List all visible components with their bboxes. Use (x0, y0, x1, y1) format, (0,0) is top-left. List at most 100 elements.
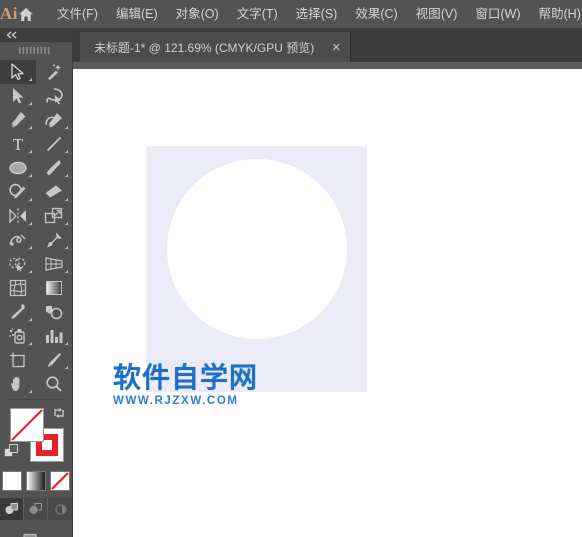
free-transform-tool[interactable] (36, 228, 72, 252)
flyout-indicator (29, 198, 32, 201)
direct-selection-tool[interactable] (0, 84, 36, 108)
flyout-indicator (29, 78, 32, 81)
flyout-indicator (65, 342, 68, 345)
flyout-indicator (65, 366, 68, 369)
watermark-cn-text: 软件自学网 (113, 362, 259, 393)
line-segment-tool[interactable] (36, 132, 72, 156)
document-tab-bar: 未标题-1* @ 121.69% (CMYK/GPU 预览) ✕ (73, 28, 582, 62)
watermark-url-text: WWW.RJZXW.COM (113, 395, 239, 407)
flyout-indicator (29, 342, 32, 345)
menu-edit[interactable]: 编辑(E) (107, 0, 167, 28)
tool-row (0, 84, 72, 108)
ellipse-tool[interactable] (0, 156, 36, 180)
magic-wand-tool[interactable] (36, 60, 72, 84)
flyout-indicator (65, 126, 68, 129)
document-tab-title: 未标题-1* @ 121.69% (CMYK/GPU 预览) (94, 40, 315, 55)
draw-mode-buttons (0, 496, 72, 522)
flyout-indicator (29, 174, 32, 177)
draw-normal-button[interactable] (0, 498, 24, 520)
panel-grip-icon[interactable] (0, 42, 72, 58)
width-tool[interactable] (0, 228, 36, 252)
menu-file[interactable]: 文件(F) (48, 0, 107, 28)
artboard-tool[interactable] (0, 348, 36, 372)
tool-row (0, 180, 72, 204)
tool-row (0, 324, 72, 348)
color-button[interactable] (2, 471, 22, 491)
flyout-indicator (29, 102, 32, 105)
close-icon[interactable]: ✕ (328, 39, 344, 55)
menu-bar: Ai 文件(F) 编辑(E) 对象(O) 文字(T) 选择(S) 效果(C) 视… (0, 0, 582, 28)
tool-divider (6, 399, 66, 400)
screen-mode-button[interactable] (0, 526, 72, 537)
tab-bar-underline (73, 62, 582, 69)
tool-grid: T (0, 58, 72, 537)
double-chevron-left-icon[interactable] (0, 28, 72, 42)
paintbrush-tool[interactable] (36, 156, 72, 180)
menu-type[interactable]: 文字(T) (228, 0, 287, 28)
flyout-indicator (65, 174, 68, 177)
eraser-tool[interactable] (36, 180, 72, 204)
flyout-indicator (65, 150, 68, 153)
menu-effect[interactable]: 效果(C) (346, 0, 406, 28)
watermark: 软件自学网 WWW.RJZXW.COM (113, 363, 258, 408)
eyedropper-tool[interactable] (0, 300, 36, 324)
menu-object[interactable]: 对象(O) (167, 0, 228, 28)
type-tool[interactable]: T (0, 132, 36, 156)
flyout-indicator (29, 222, 32, 225)
pen-tool[interactable] (0, 108, 36, 132)
document-tab[interactable]: 未标题-1* @ 121.69% (CMYK/GPU 预览) ✕ (80, 32, 352, 62)
tool-row (0, 60, 72, 84)
flyout-indicator (65, 246, 68, 249)
tool-row (0, 252, 72, 276)
perspective-grid-tool[interactable] (36, 252, 72, 276)
none-button[interactable] (50, 471, 70, 491)
tool-row (0, 156, 72, 180)
illustrator-window: Ai 文件(F) 编辑(E) 对象(O) 文字(T) 选择(S) 效果(C) 视… (0, 0, 582, 537)
shaper-tool[interactable] (0, 180, 36, 204)
default-fill-stroke-icon[interactable] (4, 444, 19, 464)
menu-select[interactable]: 选择(S) (287, 0, 347, 28)
rotate-reflect-tool[interactable] (0, 204, 36, 228)
flyout-indicator (65, 198, 68, 201)
tool-panel: T (0, 28, 73, 537)
swap-fill-stroke-icon[interactable] (52, 406, 66, 425)
tool-row (0, 300, 72, 324)
mesh-tool[interactable] (0, 276, 36, 300)
flyout-indicator (29, 390, 32, 393)
curvature-tool[interactable] (36, 108, 72, 132)
flyout-indicator (29, 126, 32, 129)
flyout-indicator (65, 222, 68, 225)
document-canvas[interactable]: 软件自学网 WWW.RJZXW.COM (73, 69, 582, 537)
flyout-indicator (29, 318, 32, 321)
draw-behind-button[interactable] (24, 498, 48, 520)
flyout-indicator (65, 270, 68, 273)
flyout-indicator (29, 150, 32, 153)
lasso-tool[interactable] (36, 84, 72, 108)
artboard[interactable] (146, 146, 367, 392)
home-icon[interactable] (18, 0, 34, 28)
draw-inside-button[interactable] (48, 498, 72, 520)
tool-row (0, 108, 72, 132)
slice-tool[interactable] (36, 348, 72, 372)
column-graph-tool[interactable] (36, 324, 72, 348)
shape-builder-tool[interactable] (0, 252, 36, 276)
selection-tool[interactable] (0, 60, 36, 84)
symbol-sprayer-tool[interactable] (0, 324, 36, 348)
flyout-indicator (29, 270, 32, 273)
gradient-tool[interactable] (36, 276, 72, 300)
color-mode-buttons (0, 468, 72, 494)
blend-tool[interactable] (36, 300, 72, 324)
svg-text:T: T (13, 135, 24, 153)
hand-tool[interactable] (0, 372, 36, 396)
circle-shape[interactable] (167, 159, 347, 339)
flyout-indicator (29, 246, 32, 249)
scale-tool[interactable] (36, 204, 72, 228)
gradient-button[interactable] (26, 471, 46, 491)
ai-logo: Ai (0, 4, 18, 23)
menu-view[interactable]: 视图(V) (407, 0, 467, 28)
tool-row (0, 228, 72, 252)
fill-swatch[interactable] (10, 408, 44, 442)
menu-window[interactable]: 窗口(W) (466, 0, 529, 28)
menu-help[interactable]: 帮助(H) (530, 0, 582, 28)
zoom-tool[interactable] (36, 372, 72, 396)
